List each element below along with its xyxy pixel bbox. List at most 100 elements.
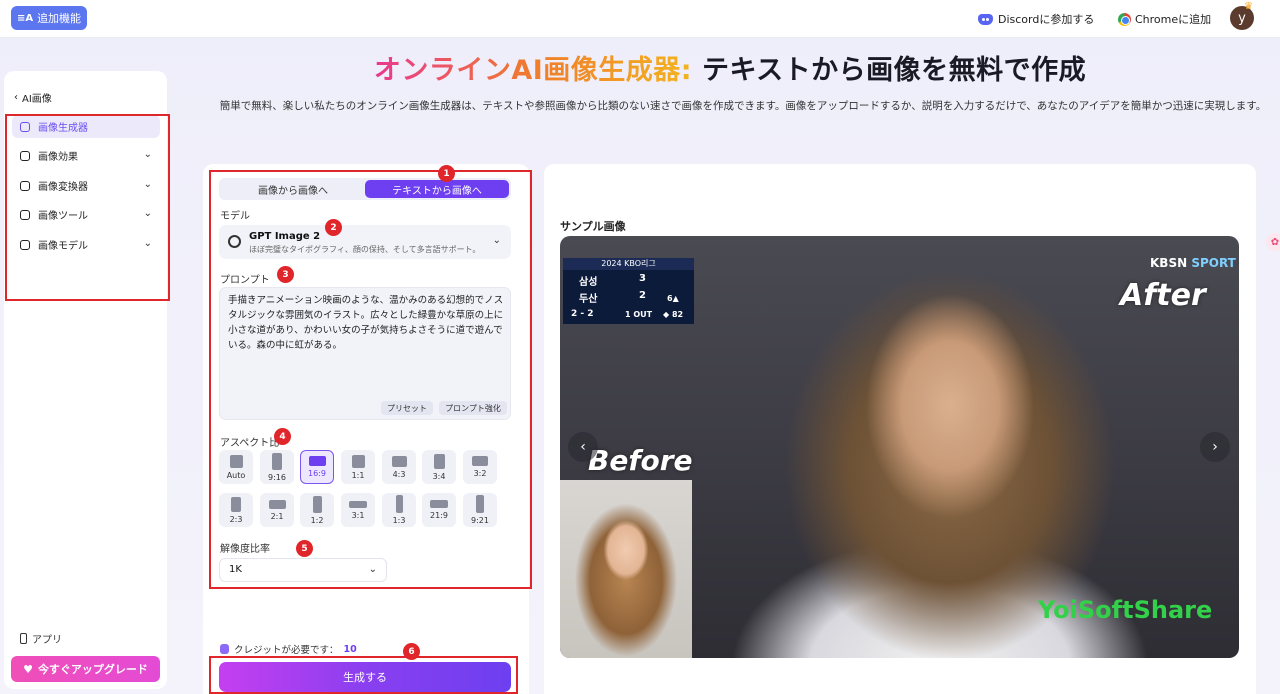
diamond-icon: ♥ [23, 662, 33, 676]
before-label: Before [588, 444, 693, 477]
team1-score: 3 [639, 273, 646, 284]
aspect-ratio-auto[interactable]: Auto [219, 450, 253, 484]
annotation-badge: 1 [438, 165, 455, 182]
page-title: オンラインAI画像生成器: テキストから画像を無料で作成 [200, 48, 1260, 87]
extra-features-button[interactable]: ≡A 追加機能 [11, 6, 87, 30]
image-generator-icon [20, 121, 30, 132]
sample-image: 2024 KBO리그 삼성 3 두산 2 6▲ 2 - 2 1 OUT ◆ 82… [560, 236, 1239, 658]
discord-label: Discordに参加する [998, 13, 1095, 26]
model-select[interactable]: GPT Image 2 ほぼ完璧なタイポグラフィ、顔の保持、そして多言語サポート… [219, 225, 511, 259]
aspect-ratio-3-4[interactable]: 3:4 [422, 450, 456, 484]
carousel-prev-button[interactable]: ‹ [568, 432, 598, 462]
back-label: AI画像 [22, 94, 52, 105]
model-icon [20, 239, 30, 250]
resolution-label: 解像度比率 [220, 544, 270, 555]
model-description: ほぼ完璧なタイポグラフィ、顔の保持、そして多言語サポート。 [249, 245, 481, 254]
aspect-ratio-16-9[interactable]: 16:9 [300, 450, 334, 484]
page-description: 簡単で無料、楽しい私たちのオンライン画像生成器は、テキストや参照画像から比類のな… [219, 100, 1267, 112]
credit-info: クレジットが必要です： 10 [220, 642, 357, 656]
resolution-value: 1K [229, 564, 242, 575]
ball-count: 2 - 2 [571, 309, 594, 319]
generator-form: 画像から画像へ テキストから画像へ モデル GPT Image 2 ほぼ完璧なタ… [203, 164, 529, 694]
sidebar-item-image-effects[interactable]: 画像効果 ⌄ [12, 144, 160, 167]
broadcaster-logo: KBSN SPORT [1150, 256, 1236, 270]
ratio-shape-icon [349, 500, 367, 508]
team1-name: 삼성 [579, 277, 598, 288]
sidebar-item-label: 画像変換器 [38, 182, 88, 193]
aspect-ratio-label: Auto [226, 470, 246, 480]
aspect-ratio-label: アスペクト比 [220, 438, 280, 449]
toolbox-icon [20, 209, 30, 220]
sidebar-item-label: 画像効果 [38, 152, 78, 163]
scoreboard-overlay: 2024 KBO리그 삼성 3 두산 2 6▲ 2 - 2 1 OUT ◆ 82 [563, 258, 694, 324]
broadcaster-b: SPORT [1191, 256, 1236, 270]
sidebar: ‹ AI画像 画像生成器 画像効果 ⌄ 画像変換器 ⌄ 画像ツール ⌄ 画像モデ… [4, 71, 167, 689]
carousel-next-button[interactable]: › [1200, 432, 1230, 462]
aspect-ratio-label: 1:2 [310, 515, 324, 525]
aspect-ratio-1-3[interactable]: 1:3 [382, 493, 416, 527]
ratio-shape-icon [231, 496, 241, 512]
prompt-textarea[interactable]: 手描きアニメーション映画のような、温かみのある幻想的でノスタルジックな雰囲気のイ… [219, 287, 511, 420]
sparkle-icon: ≡A [16, 12, 34, 24]
ratio-shape-icon [395, 495, 403, 513]
chevron-left-icon: ‹ [580, 439, 586, 455]
aspect-ratio-label: 21:9 [430, 511, 448, 520]
aspect-ratio-21-9[interactable]: 21:9 [422, 493, 456, 527]
credit-value: 10 [343, 643, 357, 655]
aspect-ratio-1-1[interactable]: 1:1 [341, 450, 375, 484]
aspect-ratio-4-3[interactable]: 4:3 [382, 450, 416, 484]
aspect-ratio-2-3[interactable]: 2:3 [219, 493, 253, 527]
aspect-ratio-3-2[interactable]: 3:2 [463, 450, 497, 484]
chevron-down-icon: ⌄ [143, 149, 152, 160]
aspect-ratio-1-2[interactable]: 1:2 [300, 493, 334, 527]
aspect-ratio-label: 4:3 [392, 469, 406, 479]
sidebar-item-label: 画像生成器 [38, 123, 88, 134]
tab-text-to-image[interactable]: テキストから画像へ [365, 180, 509, 198]
annotation-badge: 4 [274, 428, 291, 445]
aspect-ratio-label: 1:1 [351, 470, 365, 480]
preset-button[interactable]: プリセット [381, 401, 433, 415]
floating-helper-icon[interactable]: ✿ [1266, 233, 1280, 251]
aspect-ratio-label: 2:3 [229, 514, 243, 524]
effects-icon [20, 150, 30, 161]
aspect-ratio-9-16[interactable]: 9:16 [260, 450, 294, 484]
aspect-ratio-label: 9:21 [471, 516, 489, 525]
aspect-ratio-label: 2:1 [270, 511, 284, 521]
phone-icon [20, 633, 27, 644]
sidebar-item-image-tools[interactable]: 画像ツール ⌄ [12, 203, 160, 226]
aspect-ratio-label: 3:1 [351, 510, 365, 520]
pitch-count: ◆ 82 [663, 310, 684, 319]
back-link[interactable]: ‹ AI画像 [14, 90, 52, 105]
ratio-shape-icon [430, 500, 448, 508]
discord-link[interactable]: Discordに参加する [978, 10, 1094, 28]
prompt-text: 手描きアニメーション映画のような、温かみのある幻想的でノスタルジックな雰囲気のイ… [228, 295, 504, 351]
app-link[interactable]: アプリ [20, 631, 62, 646]
resolution-select[interactable]: 1K ⌄ [219, 558, 387, 582]
credit-icon [220, 644, 229, 654]
sidebar-item-image-converter[interactable]: 画像変換器 ⌄ [12, 174, 160, 197]
chrome-extension-link[interactable]: Chromeに追加 [1118, 10, 1211, 28]
avatar-letter: y [1238, 10, 1246, 26]
aspect-ratio-label: 16:9 [308, 469, 326, 478]
team2-score: 2 [639, 290, 646, 301]
generate-button[interactable]: 生成する [219, 662, 511, 692]
aspect-ratio-2-1[interactable]: 2:1 [260, 493, 294, 527]
upgrade-button[interactable]: ♥ 今すぐアップグレード [11, 656, 160, 682]
sidebar-item-image-generator[interactable]: 画像生成器 [12, 115, 160, 138]
enhance-prompt-button[interactable]: プロンプト強化 [439, 401, 507, 415]
aspect-ratio-label: 3:4 [432, 471, 446, 481]
discord-icon [978, 13, 993, 25]
sidebar-item-label: 画像モデル [38, 241, 88, 252]
before-image [560, 480, 692, 658]
page-title-highlight: オンラインAI画像生成器: [373, 55, 693, 86]
chevron-down-icon: ⌄ [368, 564, 377, 575]
model-name: GPT Image 2 [249, 231, 321, 242]
chrome-icon [1118, 12, 1131, 26]
ratio-shape-icon [308, 456, 326, 466]
aspect-ratio-9-21[interactable]: 9:21 [463, 493, 497, 527]
aspect-ratio-label: 3:2 [473, 469, 487, 478]
aspect-ratio-3-1[interactable]: 3:1 [341, 493, 375, 527]
sidebar-item-image-models[interactable]: 画像モデル ⌄ [12, 233, 160, 256]
tab-image-to-image[interactable]: 画像から画像へ [221, 180, 365, 198]
chevron-down-icon: ⌄ [143, 238, 152, 249]
